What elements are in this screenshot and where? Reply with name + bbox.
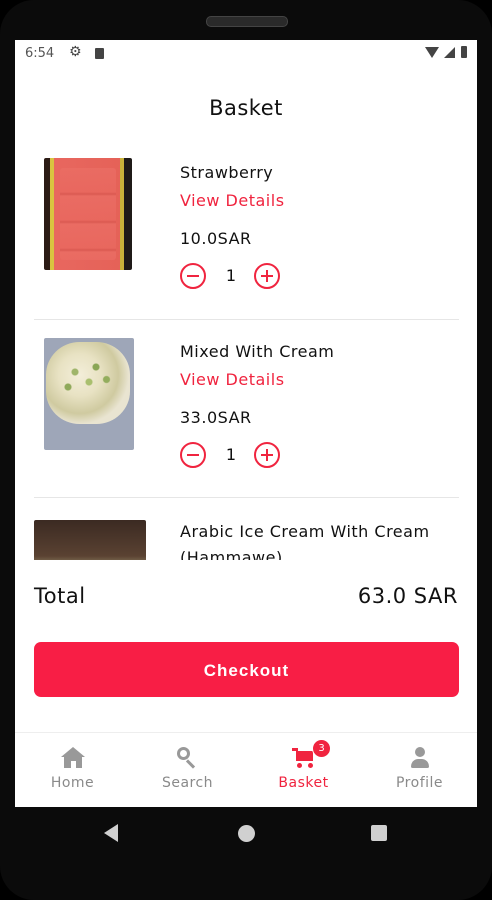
- home-button[interactable]: [238, 825, 255, 842]
- basket-item: Arabic Ice Cream With Cream (Hammawe): [34, 498, 459, 560]
- basket-item: Strawberry View Details 10.0SAR 1: [34, 140, 459, 320]
- basket-count-badge: 3: [312, 739, 331, 758]
- nav-label: Basket: [278, 775, 329, 791]
- wifi-icon: [425, 47, 439, 58]
- plus-icon-v: [266, 270, 268, 282]
- product-name: Arabic Ice Cream With Cream: [180, 522, 430, 541]
- bottom-navigation: Home Search 3 Basket Profile: [15, 732, 477, 807]
- nav-item-search[interactable]: Search: [130, 733, 245, 807]
- settings-notification-icon: ⚙: [69, 44, 82, 60]
- earpiece-speaker: [206, 16, 288, 27]
- product-price: 10.0SAR: [180, 229, 252, 248]
- plus-icon-v: [266, 449, 268, 461]
- app-screen: 6:54 ⚙ Basket Strawberry View Details 10…: [15, 40, 477, 807]
- basket-item: Mixed With Cream View Details 33.0SAR 1: [34, 320, 459, 498]
- decrease-quantity-button[interactable]: [180, 442, 206, 468]
- view-details-link[interactable]: View Details: [180, 370, 285, 389]
- back-button[interactable]: [104, 824, 118, 842]
- product-name: Mixed With Cream: [180, 342, 335, 361]
- nav-label: Search: [161, 775, 214, 791]
- nav-item-profile[interactable]: Profile: [362, 733, 477, 807]
- basket-list[interactable]: Strawberry View Details 10.0SAR 1 Mixed …: [15, 140, 477, 560]
- system-navigation-bar: [0, 807, 492, 867]
- nav-item-basket[interactable]: 3 Basket: [246, 733, 361, 807]
- battery-icon: [461, 46, 467, 58]
- phone-frame: 6:54 ⚙ Basket Strawberry View Details 10…: [0, 0, 492, 900]
- total-label: Total: [34, 584, 86, 608]
- search-icon: [176, 747, 200, 769]
- view-details-link[interactable]: View Details: [180, 191, 285, 210]
- product-price: 33.0SAR: [180, 408, 252, 427]
- quantity-value: 1: [225, 266, 237, 285]
- person-icon: [408, 747, 432, 769]
- sd-card-icon: [95, 48, 104, 59]
- status-bar: 6:54 ⚙: [15, 40, 477, 68]
- recent-apps-button[interactable]: [371, 825, 387, 841]
- increase-quantity-button[interactable]: [254, 442, 280, 468]
- product-image-arabic-ice-cream[interactable]: [34, 520, 146, 560]
- decrease-quantity-button[interactable]: [180, 263, 206, 289]
- minus-icon: [187, 454, 199, 456]
- product-name-line2: (Hammawe): [180, 548, 283, 560]
- page-title: Basket: [209, 96, 283, 120]
- home-icon: [61, 747, 85, 769]
- cell-signal-icon: [444, 47, 455, 58]
- product-image-strawberry[interactable]: [44, 158, 132, 270]
- status-time: 6:54: [25, 46, 55, 61]
- checkout-button[interactable]: Checkout: [34, 642, 459, 697]
- nav-label: Profile: [395, 775, 444, 791]
- total-value: 63.0 SAR: [357, 584, 458, 608]
- increase-quantity-button[interactable]: [254, 263, 280, 289]
- nav-item-home[interactable]: Home: [15, 733, 130, 807]
- quantity-stepper: 1: [180, 442, 290, 472]
- product-image-mixed-with-cream[interactable]: [44, 338, 134, 450]
- quantity-value: 1: [225, 445, 237, 464]
- nav-label: Home: [50, 775, 95, 791]
- minus-icon: [187, 275, 199, 277]
- product-name: Strawberry: [180, 163, 274, 182]
- quantity-stepper: 1: [180, 263, 290, 293]
